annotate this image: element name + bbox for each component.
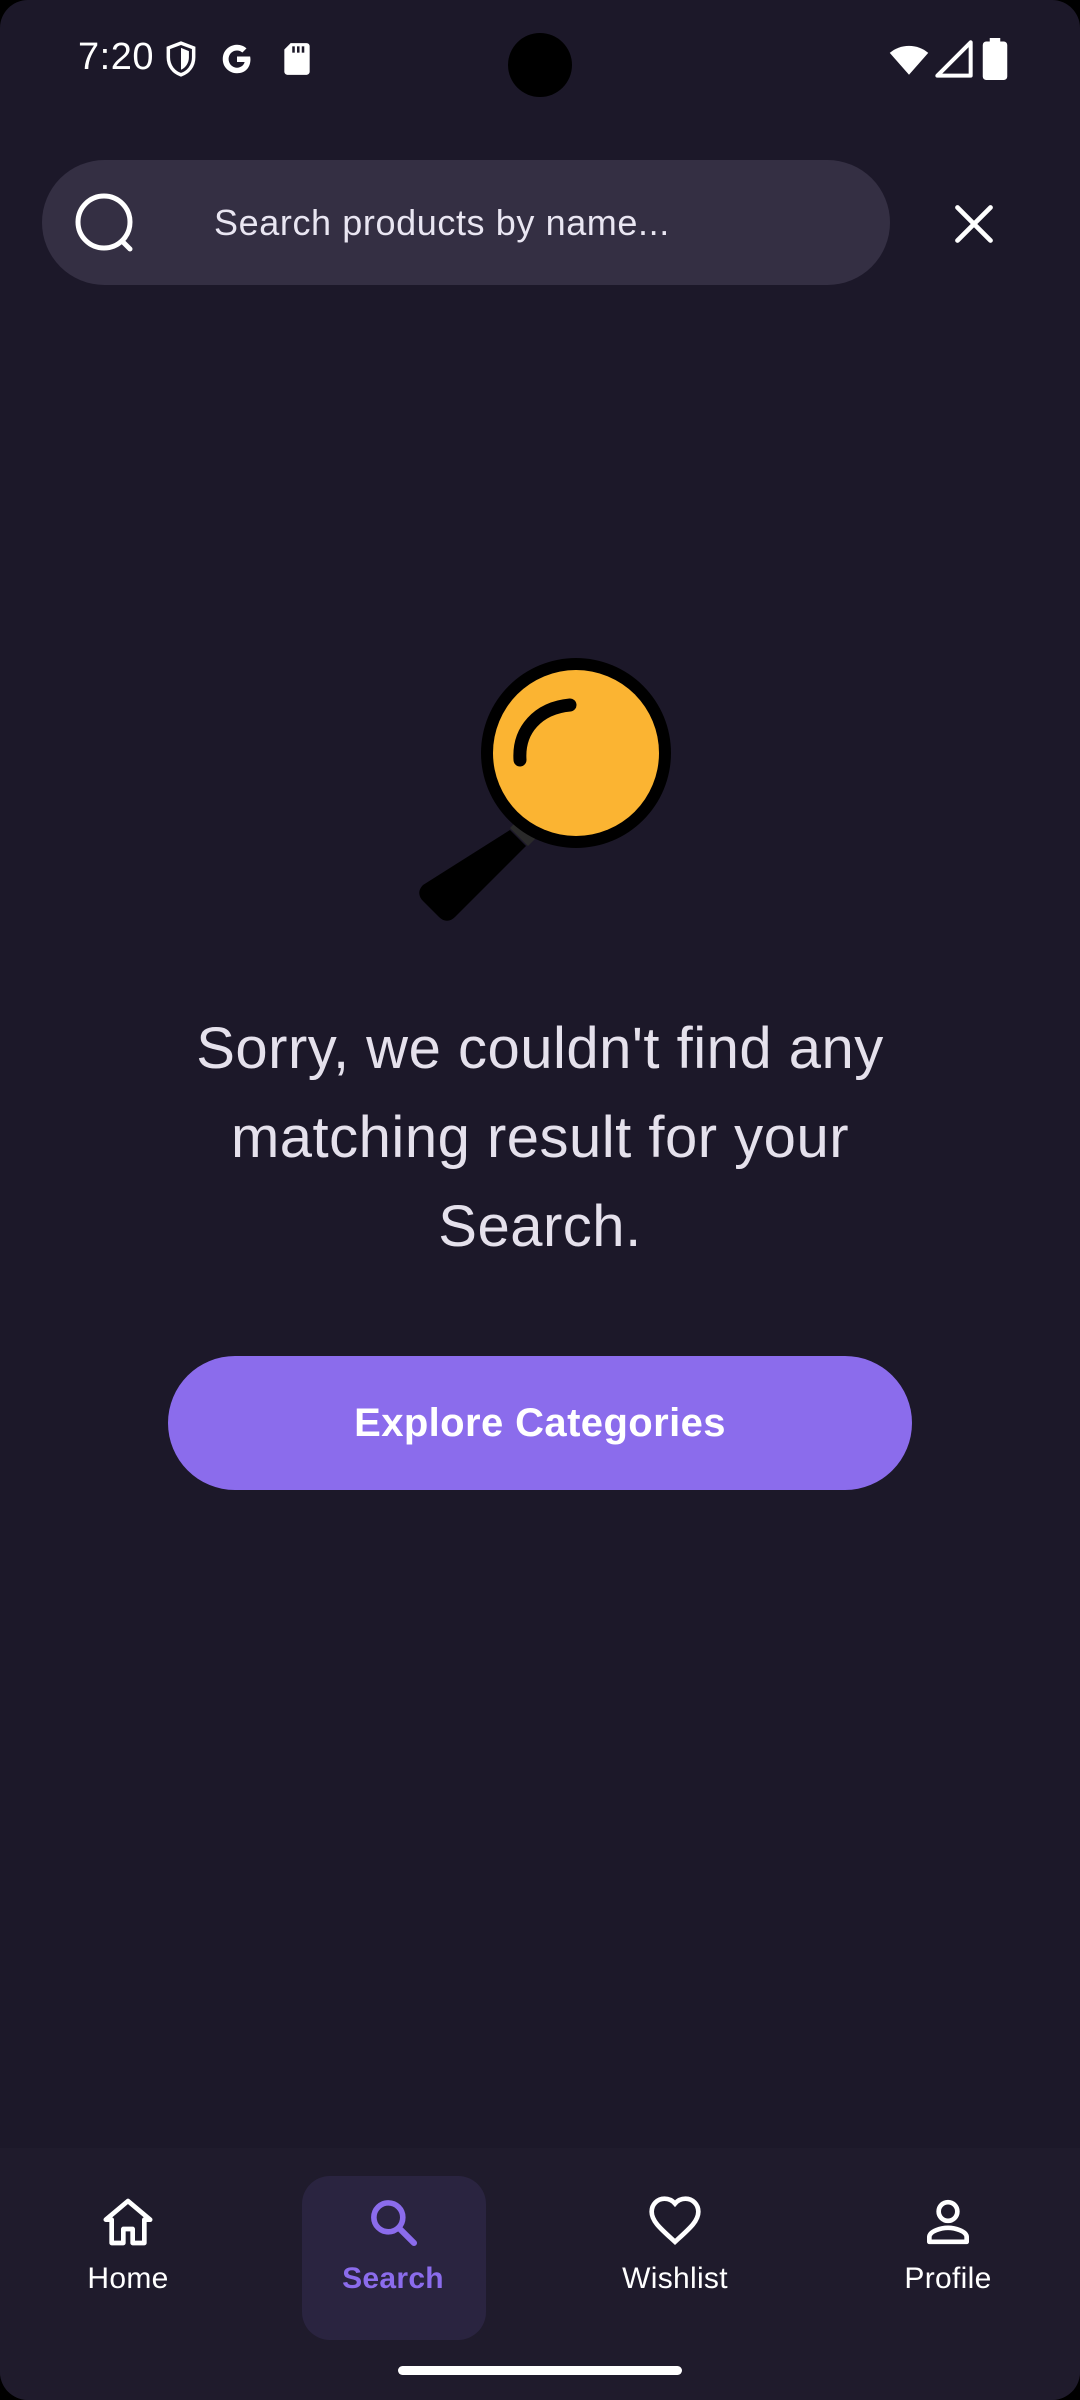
wifi-icon <box>889 45 929 75</box>
magnifying-glass-illustration <box>419 658 671 921</box>
home-icon <box>103 2198 153 2246</box>
close-icon <box>955 205 993 243</box>
nav-label-wishlist: Wishlist <box>622 2262 728 2295</box>
nav-item-profile[interactable]: Profile <box>853 2164 1043 2330</box>
nav-label-home: Home <box>87 2262 169 2295</box>
google-icon <box>222 44 251 74</box>
home-gesture-bar[interactable] <box>398 2366 682 2375</box>
loading-spinner-icon <box>75 193 133 252</box>
search-input[interactable] <box>170 160 860 285</box>
search-icon <box>371 2200 418 2247</box>
camera-cutout <box>508 33 572 97</box>
nav-label-search: Search <box>342 2262 444 2295</box>
heart-icon <box>649 2196 701 2246</box>
bottom-navigation: Home Search Wishlist Profile <box>0 2148 1080 2400</box>
sd-card-icon <box>284 43 310 75</box>
status-time: 7:20 <box>78 36 154 78</box>
explore-categories-button[interactable]: Explore Categories <box>168 1356 912 1490</box>
clear-search-button[interactable] <box>940 190 1008 258</box>
nav-item-search[interactable]: Search <box>298 2164 488 2340</box>
cell-signal-icon <box>935 40 973 78</box>
nav-item-wishlist[interactable]: Wishlist <box>580 2164 770 2330</box>
battery-icon <box>982 38 1008 80</box>
search-screen: 7:20 Search products by name... Sorry, w… <box>0 0 1080 2400</box>
nav-item-home[interactable]: Home <box>33 2164 223 2330</box>
nav-label-profile: Profile <box>904 2262 992 2295</box>
vpn-shield-icon <box>166 41 196 77</box>
status-bar: 7:20 <box>0 0 1080 118</box>
search-bar <box>42 160 890 285</box>
empty-result-message: Sorry, we couldn't find any matching res… <box>196 1016 884 1259</box>
person-icon <box>927 2199 969 2245</box>
